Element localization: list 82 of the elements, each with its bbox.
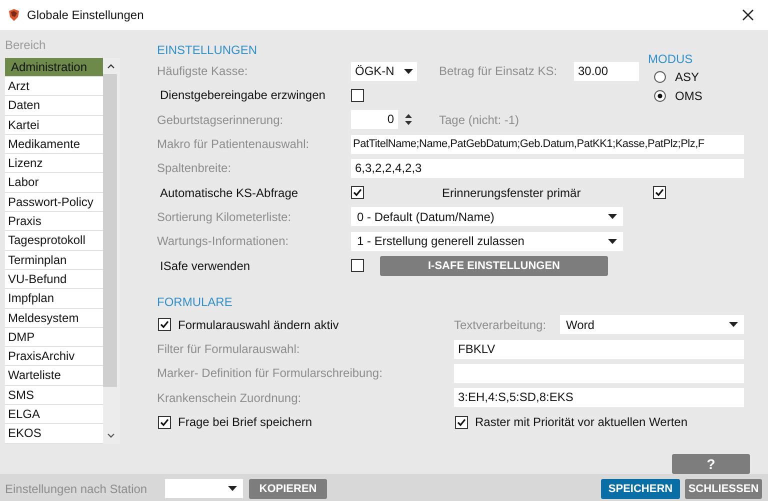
field-label: Textverarbeitung: <box>454 318 548 332</box>
sidebar-item[interactable]: Warteliste <box>5 366 103 386</box>
sidebar-item[interactable]: PraxisArchiv <box>5 347 103 366</box>
sidebar-item[interactable]: Administration <box>5 58 103 77</box>
checkbox[interactable] <box>351 259 364 272</box>
radio-label: OMS <box>675 88 702 102</box>
sidebar-item[interactable]: Labor <box>5 173 103 193</box>
scroll-down-icon[interactable] <box>107 432 115 438</box>
checkbox[interactable] <box>455 416 468 428</box>
field-label: Makro für Patientenauswahl: <box>157 137 310 152</box>
sidebar-item[interactable]: Medikamente <box>5 134 103 154</box>
sidebar-item[interactable]: EKOS <box>5 424 103 444</box>
number-field[interactable]: 0 <box>351 110 398 130</box>
spinner-arrows-icon[interactable] <box>405 113 412 126</box>
checkbox-label: Erinnerungsfenster primär <box>441 186 582 200</box>
save-button[interactable]: SPEICHERN <box>601 478 680 499</box>
field-label: Filter für Formularauswahl: <box>157 342 301 356</box>
sidebar-item[interactable]: Arzt <box>5 77 103 96</box>
filter-field[interactable]: FBKLV <box>454 340 744 359</box>
word-processor-dropdown[interactable]: Word <box>560 315 744 334</box>
assignment-field[interactable]: 3:EH,4:S,5:SD,8:EKS <box>454 388 744 408</box>
window-title: Globale Einstellungen <box>27 8 145 22</box>
checkbox-label: Dienstgebereingabe erzwingen <box>159 88 326 102</box>
sidebar-item[interactable]: DMP <box>5 328 103 348</box>
section-heading: FORMULARE <box>157 294 234 310</box>
sort-dropdown[interactable]: 0 - Default (Datum/Name) <box>351 207 623 226</box>
sidebar-item[interactable]: Tagesprotokoll <box>5 231 103 251</box>
field-label: Wartungs-Informationen: <box>157 234 290 248</box>
sidebar-item[interactable]: ELGA <box>5 405 103 424</box>
sidebar-item[interactable]: Impfplan <box>5 289 103 309</box>
radio-label: ASY <box>675 70 700 84</box>
checkbox[interactable] <box>351 88 364 102</box>
sidebar-item[interactable]: Meldesystem <box>5 308 103 328</box>
mode-heading: MODUS <box>648 51 694 67</box>
maintenance-dropdown[interactable]: 1 - Erstellung generell zulassen <box>351 232 623 251</box>
sidebar-item[interactable]: VU-Befund <box>5 270 103 290</box>
insurance-dropdown[interactable]: ÖGK-N <box>351 62 417 81</box>
radio-button[interactable] <box>654 70 666 82</box>
checkbox-label: Frage bei Brief speichern <box>178 415 312 429</box>
checkbox[interactable] <box>158 416 171 428</box>
checkbox-label: Formularauswahl ändern aktiv <box>178 318 339 332</box>
sidebar-heading: Bereich <box>5 38 47 54</box>
column-width-field[interactable]: 6,3,2,2,4,2,3 <box>351 158 744 178</box>
dropdown-caret-icon[interactable] <box>228 486 237 492</box>
unit-label: Tage (nicht: -1) <box>439 112 520 127</box>
dropdown-caret-icon[interactable] <box>729 322 738 328</box>
field-label: Marker- Definition für Formularschreibung: <box>157 366 384 380</box>
field-label: Krankenschein Zuordnung: <box>157 390 302 405</box>
field-label: Betrag für Einsatz KS: <box>439 64 558 78</box>
sidebar-item[interactable]: Daten <box>5 96 103 116</box>
sidebar-item[interactable]: Kartei <box>5 116 103 135</box>
copy-button[interactable]: KOPIEREN <box>249 478 327 499</box>
close-icon[interactable] <box>742 9 754 21</box>
checkbox-label: ISafe verwenden <box>159 258 252 273</box>
checkbox-label: Automatische KS-Abfrage <box>159 186 300 200</box>
macro-field[interactable]: PatTitelName;Name,PatGebDatum;Geb.Datum,PatKK1;Kasse,PatPlz;Plz,F <box>351 134 744 154</box>
field-label: Häufigste Kasse: <box>157 64 249 78</box>
field-label: Geburtstagserinnerung: <box>157 112 284 127</box>
sidebar-item[interactable]: Passwort-Policy <box>5 192 103 212</box>
help-button[interactable]: ? <box>672 454 750 474</box>
checkbox-label: Raster mit Priorität vor aktuellen Werten <box>475 415 688 429</box>
sidebar-item[interactable]: Praxis <box>5 212 103 232</box>
radio-button[interactable] <box>654 90 666 102</box>
station-label: Einstellungen nach Station <box>5 482 148 496</box>
dropdown-caret-icon[interactable] <box>404 68 413 74</box>
isafe-settings-button[interactable]: I-SAFE EINSTELLUNGEN <box>380 256 608 276</box>
field-label: Spaltenbreite: <box>157 161 232 176</box>
dropdown-caret-icon[interactable] <box>608 238 617 244</box>
app-logo-icon <box>7 8 21 22</box>
checkbox[interactable] <box>653 186 666 200</box>
checkbox[interactable] <box>351 186 364 200</box>
sidebar-item[interactable]: SMS <box>5 386 103 406</box>
close-button[interactable]: SCHLIESSEN <box>685 478 762 499</box>
field-label: Sortierung Kilometerliste: <box>157 210 292 224</box>
sidebar-item[interactable]: Lizenz <box>5 154 103 174</box>
scrollbar[interactable] <box>103 58 120 444</box>
section-heading: EINSTELLUNGEN <box>157 42 258 58</box>
checkbox[interactable] <box>158 318 171 332</box>
scroll-up-icon[interactable] <box>107 64 115 69</box>
amount-field[interactable]: 30.00 <box>574 62 639 81</box>
sidebar-item[interactable]: Terminplan <box>5 250 103 270</box>
dropdown-caret-icon[interactable] <box>608 214 617 220</box>
